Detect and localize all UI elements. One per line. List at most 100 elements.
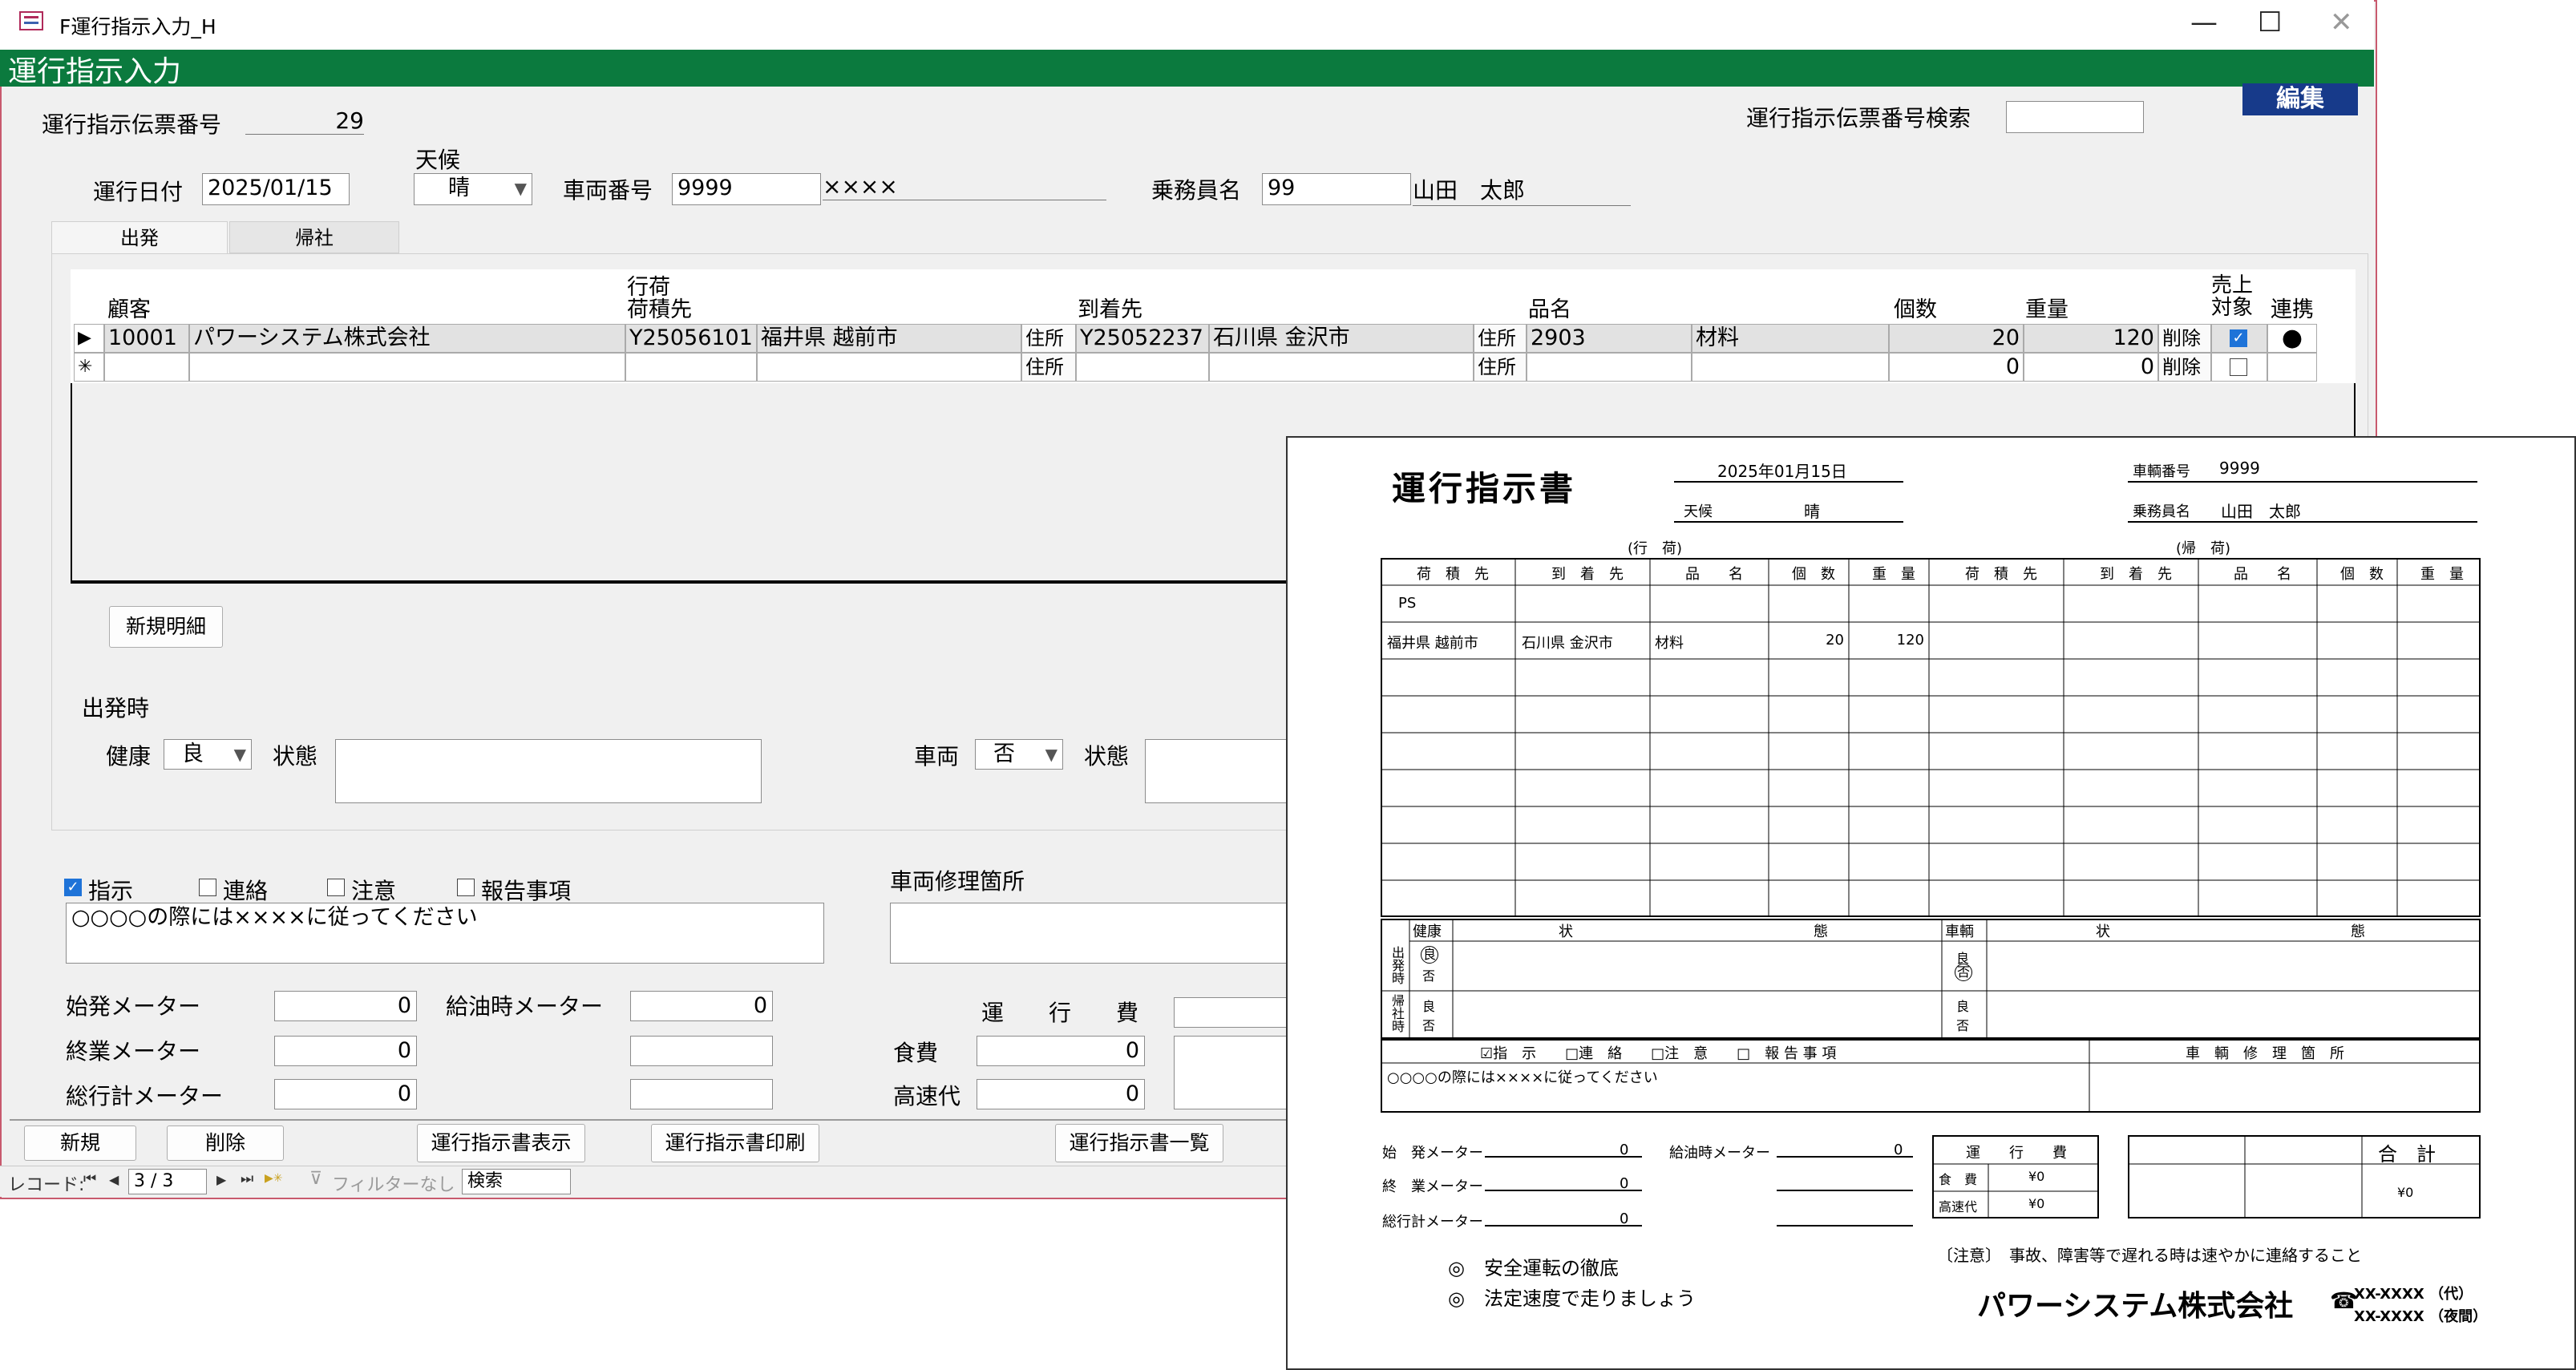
report-total-title: 合 計 — [2378, 1143, 2436, 1166]
report-row1-arrive: 石川県 金沢市 — [1522, 635, 1613, 652]
start-meter-label: 始発メーター — [66, 993, 201, 1020]
weight-cell[interactable]: 120 — [2024, 324, 2158, 353]
caution-checkbox[interactable] — [327, 879, 345, 896]
arrival-code[interactable]: Y25052237 — [1076, 324, 1209, 353]
arrival-address-button[interactable]: 住所 — [1474, 324, 1527, 353]
close-button[interactable]: ✕ — [2330, 6, 2353, 38]
print-report-button[interactable]: 運行指示書印刷 — [651, 1124, 819, 1162]
contact-checkbox[interactable] — [199, 879, 216, 896]
operating-cost-field[interactable] — [1174, 997, 1294, 1028]
filter-icon[interactable]: ⊽ — [309, 1169, 322, 1189]
delete-row-button[interactable]: 削除 — [2158, 324, 2211, 353]
arrival-place[interactable]: 石川県 金沢市 — [1209, 324, 1474, 353]
vehicle-check-select[interactable]: 否 ▼ — [975, 739, 1063, 770]
report-check-label: 報告事項 — [481, 878, 572, 904]
nav-search-input[interactable]: 検索 — [462, 1169, 571, 1194]
arrival-code[interactable] — [1076, 353, 1209, 382]
contact-check-label: 連絡 — [223, 878, 269, 904]
report-checkbox[interactable] — [457, 879, 475, 896]
load-address-button[interactable]: 住所 — [1021, 353, 1076, 382]
weather-value: 晴 — [448, 176, 470, 200]
col-link: 連携 — [2271, 297, 2314, 322]
food-field[interactable]: 0 — [977, 1036, 1145, 1066]
report-col-product: 品 名 — [1685, 566, 1743, 583]
fuel-meter-field[interactable]: 0 — [630, 991, 773, 1021]
report-vehicle-label: 車輌番号 — [2133, 463, 2190, 480]
arrival-place[interactable] — [1209, 353, 1474, 382]
health-status-field[interactable] — [335, 739, 762, 803]
report-vehicle-status-label: 車輌 — [1945, 923, 1974, 940]
qty-cell[interactable]: 0 — [1889, 353, 2024, 382]
start-meter-field[interactable]: 0 — [274, 991, 417, 1021]
show-report-button[interactable]: 運行指示書表示 — [417, 1124, 585, 1162]
load-code[interactable] — [625, 353, 757, 382]
qty-cell[interactable]: 20 — [1889, 324, 2024, 353]
minimize-button[interactable]: — — [2190, 6, 2218, 38]
report-health-label: 健康 — [1413, 923, 1442, 940]
arrival-address-button[interactable]: 住所 — [1474, 353, 1527, 382]
vehicle-no-field[interactable]: 9999 — [672, 173, 821, 205]
slip-search-input[interactable] — [2006, 101, 2144, 133]
delete-record-button[interactable]: 削除 — [167, 1126, 284, 1161]
edit-button[interactable]: 編集 — [2242, 83, 2358, 115]
highway-field[interactable]: 0 — [977, 1079, 1145, 1109]
record-position-field[interactable]: 3 / 3 — [128, 1169, 207, 1194]
end-meter-field[interactable]: 0 — [274, 1036, 417, 1066]
load-place[interactable]: 福井県 越前市 — [757, 324, 1021, 353]
load-place[interactable] — [757, 353, 1021, 382]
load-address-button[interactable]: 住所 — [1021, 324, 1076, 353]
departure-section-label: 出発時 — [82, 695, 150, 721]
report-meter-start-line — [1485, 1156, 1642, 1158]
product-name[interactable]: 材料 — [1692, 324, 1889, 353]
report-meter-end-value: 0 — [1620, 1175, 1629, 1192]
cust-name[interactable] — [189, 353, 625, 382]
chevron-down-icon: ▼ — [1045, 745, 1057, 764]
tab-departure[interactable]: 出発 — [51, 221, 228, 253]
cust-code[interactable] — [104, 353, 189, 382]
repair-field[interactable] — [890, 903, 1291, 964]
sales-checkbox[interactable] — [2230, 358, 2247, 376]
weather-select[interactable]: 晴 ▼ — [414, 173, 532, 205]
filter-status[interactable]: フィルターなし — [332, 1170, 455, 1196]
date-field[interactable]: 2025/01/15 — [202, 173, 350, 205]
form-header-band — [0, 50, 2374, 87]
sales-checkbox[interactable]: ✓ — [2230, 329, 2247, 347]
report-col-weight-return: 重 量 — [2420, 566, 2464, 583]
report-title: 運行指示書 — [1392, 469, 1577, 508]
total-meter-field[interactable]: 0 — [274, 1079, 417, 1109]
new-detail-button[interactable]: 新規明細 — [109, 606, 223, 648]
fuel-meter-field-3[interactable] — [630, 1079, 773, 1109]
fuel-meter-field-2[interactable] — [630, 1036, 773, 1066]
new-record-nav-icon[interactable]: ▶✳ — [265, 1172, 283, 1185]
new-row-selector[interactable]: ✳ — [74, 353, 104, 382]
col-sales: 売上 対象 — [2211, 274, 2253, 319]
report-health-state1: 状 — [1559, 923, 1573, 940]
tab-return[interactable]: 帰社 — [229, 221, 399, 253]
report-vehicle: 9999 — [2219, 459, 2260, 478]
next-record-icon[interactable]: ▶ — [216, 1172, 226, 1187]
weight-cell[interactable]: 0 — [2024, 353, 2158, 382]
report-list-button[interactable]: 運行指示書一覧 — [1055, 1124, 1223, 1162]
cost-total-field[interactable] — [1174, 1036, 1294, 1109]
instruction-text-field[interactable]: ○○○○の際には××××に従ってください — [66, 903, 824, 964]
prev-record-icon[interactable]: ◀ — [109, 1172, 119, 1187]
crew-no-field[interactable]: 99 — [1262, 173, 1411, 205]
cust-name[interactable]: パワーシステム株式会社 — [189, 324, 625, 353]
instruction-checkbox[interactable]: ✓ — [64, 879, 82, 896]
delete-row-button[interactable]: 削除 — [2158, 353, 2211, 382]
maximize-button[interactable]: ☐ — [2258, 6, 2282, 38]
first-record-icon[interactable]: ⏮ — [83, 1170, 96, 1187]
vehicle-no-label: 車両番号 — [563, 177, 653, 204]
report-col-weight: 重 量 — [1872, 566, 1915, 583]
product-code[interactable]: 2903 — [1527, 324, 1692, 353]
vehicle-status-field[interactable] — [1145, 739, 1289, 803]
load-code[interactable]: Y25056101 — [625, 324, 757, 353]
new-record-button[interactable]: 新規 — [24, 1126, 136, 1161]
product-code[interactable] — [1527, 353, 1692, 382]
last-record-icon[interactable]: ⏭ — [241, 1170, 253, 1187]
row-selector[interactable]: ▶ — [74, 324, 104, 353]
health-select[interactable]: 良 ▼ — [164, 739, 252, 770]
cust-code[interactable]: 10001 — [104, 324, 189, 353]
product-name[interactable] — [1692, 353, 1889, 382]
operating-cost-label: 運 行 費 — [981, 1000, 1139, 1026]
